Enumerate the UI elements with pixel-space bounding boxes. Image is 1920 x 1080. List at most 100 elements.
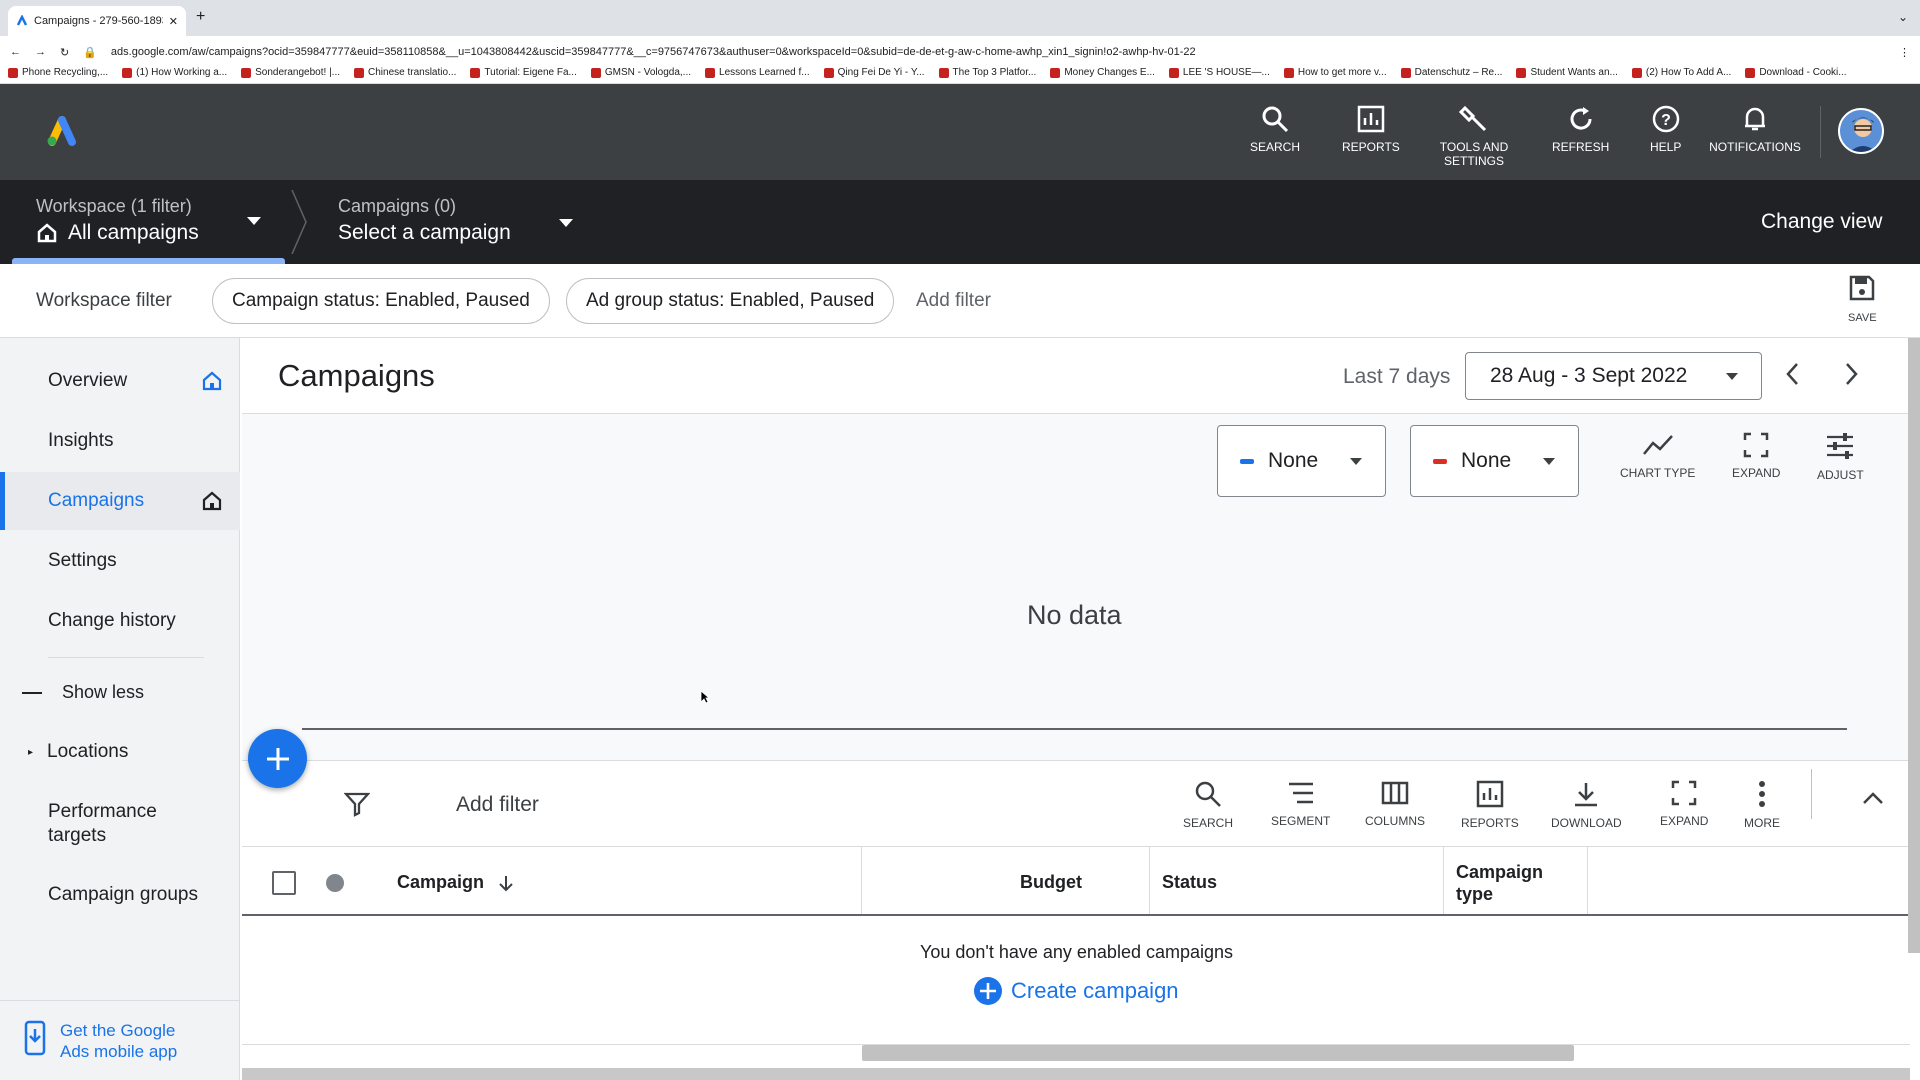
show-less-toggle[interactable]: Show less <box>22 682 144 703</box>
bookmark-item[interactable]: How to get more v... <box>1283 67 1387 78</box>
ad-group-status-chip[interactable]: Ad group status: Enabled, Paused <box>566 278 895 324</box>
more-button[interactable]: MORE <box>1744 780 1780 830</box>
chip-label: Campaign status: Enabled, Paused <box>232 290 530 311</box>
bookmark-item[interactable]: Download - Cooki... <box>1745 67 1847 78</box>
date-range-picker[interactable]: 28 Aug - 3 Sept 2022 <box>1465 352 1762 400</box>
segment-button[interactable]: SEGMENT <box>1271 780 1330 828</box>
sidebar-item-locations[interactable]: ▸ Locations <box>28 741 128 763</box>
header-reports-button[interactable]: REPORTS <box>1342 104 1400 154</box>
chart-type-button[interactable]: CHART TYPE <box>1620 432 1695 480</box>
metric-1-dropdown[interactable]: None <box>1217 425 1386 497</box>
new-tab-icon[interactable]: + <box>196 8 205 26</box>
sidebar-item-settings[interactable]: Settings <box>48 550 117 572</box>
sidebar-item-campaign-groups[interactable]: Campaign groups <box>48 884 198 906</box>
sidebar-item-change-history[interactable]: Change history <box>48 610 176 632</box>
wrench-icon <box>1459 105 1487 132</box>
chip-label: Ad group status: Enabled, Paused <box>586 290 875 311</box>
google-ads-logo[interactable] <box>44 114 80 146</box>
header-search-button[interactable]: SEARCH <box>1250 104 1300 154</box>
segment-icon <box>1288 782 1313 804</box>
header-help-button[interactable]: ? HELP <box>1650 104 1681 154</box>
table-reports-button[interactable]: REPORTS <box>1461 780 1519 830</box>
header-refresh-button[interactable]: REFRESH <box>1552 104 1609 154</box>
horizontal-scrollbar[interactable] <box>862 1045 1574 1061</box>
workspace-dropdown-icon[interactable] <box>246 216 262 226</box>
browser-tab[interactable]: Campaigns - 279-560-1893 - ✕ <box>8 6 186 36</box>
columns-icon <box>1381 781 1409 805</box>
header-help-label: HELP <box>1650 140 1682 154</box>
bookmark-item[interactable]: Student Wants an... <box>1516 67 1618 78</box>
campaign-type-column-header[interactable]: Campaign type <box>1456 861 1556 905</box>
bottom-strip <box>242 1068 1910 1080</box>
chart-expand-button[interactable]: EXPAND <box>1732 432 1780 480</box>
plus-icon <box>266 747 289 770</box>
chart-adjust-button[interactable]: ADJUST <box>1817 432 1864 482</box>
download-button[interactable]: DOWNLOAD <box>1551 780 1622 830</box>
bookmark-item[interactable]: Lessons Learned f... <box>705 67 810 78</box>
column-divider <box>1587 846 1588 914</box>
avatar[interactable] <box>1838 108 1884 154</box>
next-period-icon[interactable] <box>1845 362 1859 386</box>
add-workspace-filter-button[interactable]: Add filter <box>916 290 991 312</box>
header-search-label: SEARCH <box>1250 140 1301 154</box>
forward-icon[interactable]: → <box>35 46 46 58</box>
reload-icon[interactable]: ↻ <box>60 46 69 59</box>
bookmark-item[interactable]: Chinese translatio... <box>354 67 456 78</box>
status-column-header[interactable]: Status <box>1162 872 1217 893</box>
previous-period-icon[interactable] <box>1785 362 1799 386</box>
header-tools-button[interactable]: TOOLS AND SETTINGS <box>1438 104 1510 168</box>
tool-label: COLUMNS <box>1365 814 1426 828</box>
sidebar-item-insights[interactable]: Insights <box>48 430 113 452</box>
close-tab-icon[interactable]: ✕ <box>169 15 178 28</box>
column-label: Campaign <box>397 872 485 892</box>
filter-icon[interactable] <box>344 791 370 817</box>
campaigns-count-label: Campaigns (0) <box>338 196 457 216</box>
add-table-filter-button[interactable]: Add filter <box>456 793 539 817</box>
back-icon[interactable]: ← <box>10 46 21 58</box>
budget-column-header[interactable]: Budget <box>1020 872 1082 893</box>
bookmark-item[interactable]: Datenschutz – Re... <box>1400 67 1502 78</box>
header-reports-label: REPORTS <box>1342 140 1400 154</box>
workspace-selector[interactable]: Workspace (1 filter) All campaigns <box>36 196 199 245</box>
tab-search-icon[interactable]: ⌄ <box>1898 10 1908 24</box>
chevron-down-icon <box>1543 457 1555 465</box>
table-search-button[interactable]: SEARCH <box>1183 780 1233 830</box>
mobile-app-promo[interactable]: Get the Google Ads mobile app <box>24 1020 200 1062</box>
bookmark-item[interactable]: (2) How To Add A... <box>1631 67 1731 78</box>
table-expand-button[interactable]: EXPAND <box>1660 780 1708 828</box>
campaign-status-chip[interactable]: Campaign status: Enabled, Paused <box>212 278 550 324</box>
header-notifications-button[interactable]: NOTIFICATIONS <box>1709 104 1801 154</box>
bookmark-item[interactable]: Money Changes E... <box>1050 67 1155 78</box>
change-view-button[interactable]: Change view <box>1761 210 1882 234</box>
bookmark-item[interactable]: Tutorial: Eigene Fa... <box>470 67 577 78</box>
sidebar-item-overview[interactable]: Overview <box>48 370 127 392</box>
bookmark-item[interactable]: The Top 3 Platfor... <box>938 67 1036 78</box>
header-refresh-label: REFRESH <box>1552 140 1610 154</box>
bookmark-item[interactable]: Phone Recycling,... <box>8 67 108 78</box>
date-range-label: Last 7 days <box>1343 365 1451 388</box>
save-filter-button[interactable]: SAVE <box>1848 274 1877 324</box>
new-campaign-fab[interactable] <box>248 729 307 788</box>
vertical-scrollbar[interactable] <box>1908 338 1920 953</box>
campaign-column-header[interactable]: Campaign <box>397 872 514 893</box>
bookmark-item[interactable]: Sonderangebot! |... <box>241 67 340 78</box>
select-all-checkbox[interactable] <box>272 871 296 895</box>
bookmark-item[interactable]: GMSN - Vologda,... <box>590 67 691 78</box>
collapse-table-icon[interactable] <box>1862 791 1884 805</box>
url-field[interactable]: ads.google.com/aw/campaigns?ocid=3598477… <box>111 46 1885 58</box>
tool-label: REPORTS <box>1461 816 1519 830</box>
adjust-sliders-icon <box>1827 433 1854 459</box>
metric-2-dropdown[interactable]: None <box>1410 425 1579 497</box>
campaign-selector[interactable]: Campaigns (0) Select a campaign <box>338 196 511 245</box>
sidebar-item-campaigns[interactable]: Campaigns <box>48 490 144 512</box>
campaign-dropdown-icon[interactable] <box>558 218 574 228</box>
bookmark-item[interactable]: LEE 'S HOUSE—... <box>1168 67 1270 78</box>
bookmark-item[interactable]: (1) How Working a... <box>122 67 227 78</box>
sidebar-item-performance-targets[interactable]: Performance targets <box>48 800 198 848</box>
bookmark-item[interactable]: Qing Fei De Yi - Y... <box>823 67 925 78</box>
more-vert-icon <box>1759 781 1765 807</box>
ads-header: SEARCH REPORTS TOOLS AND SETTINGS REFRES… <box>0 84 1920 180</box>
columns-button[interactable]: COLUMNS <box>1365 780 1425 828</box>
extension-icon[interactable]: ⋮ <box>1899 46 1910 59</box>
create-campaign-button[interactable]: Create campaign <box>973 976 1179 1006</box>
